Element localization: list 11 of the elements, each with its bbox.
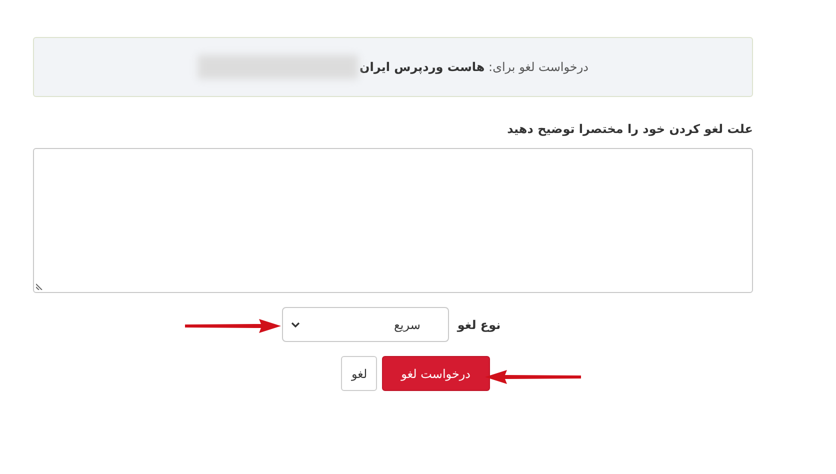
cancel-type-label: نوع لغو	[457, 318, 501, 332]
notice-text: درخواست لغو برای: هاست وردپرس ایران	[360, 60, 588, 74]
arrow-right-icon	[185, 319, 281, 333]
chevron-down-icon	[291, 322, 300, 328]
cancel-button[interactable]: لغو	[341, 356, 378, 391]
resize-grip-icon[interactable]	[36, 282, 44, 290]
arrow-left-icon	[485, 370, 581, 384]
cancel-type-select[interactable]: سریع	[282, 307, 450, 342]
reason-field[interactable]	[33, 148, 753, 293]
reason-label: علت لغو کردن خود را مختصرا توضیح دهید	[506, 122, 753, 138]
request-cancel-button[interactable]: درخواست لغو	[382, 356, 490, 391]
